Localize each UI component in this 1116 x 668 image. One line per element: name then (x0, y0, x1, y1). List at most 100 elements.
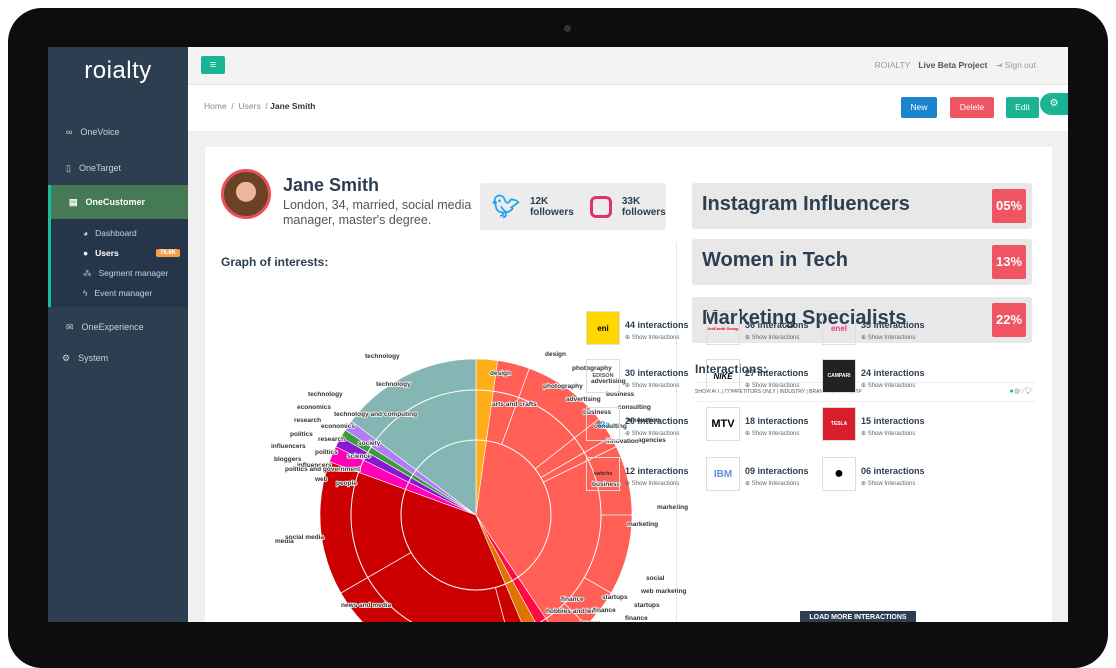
edit-button[interactable]: Edit (1006, 97, 1039, 118)
sunburst-label: politics (315, 449, 338, 456)
cogs-icon: ⚙ (1049, 98, 1059, 109)
show-interactions-link[interactable]: ⊕ Show Interactions (861, 382, 915, 389)
brand-logo: CAMPARI (822, 359, 856, 393)
interaction-item[interactable]: switcho 12 interactions ⊕ Show Interacti… (586, 457, 702, 493)
show-interactions-link[interactable]: ⊕ Show Interactions (625, 334, 679, 341)
sunburst-label: startups (602, 594, 628, 601)
delete-button[interactable]: Delete (950, 97, 994, 118)
brand-logo: IBM (706, 457, 740, 491)
interaction-count: 06 interactions (861, 466, 925, 476)
brand-logo: eni (586, 311, 620, 345)
brand-logo: EDISON (586, 359, 620, 393)
sunburst-label: design (490, 370, 511, 377)
settings-fab[interactable]: ⚙ (1040, 93, 1068, 115)
segment-row[interactable]: Instagram Influencers 05% (692, 183, 1032, 229)
interaction-item[interactable]: NIKE 27 interactions ⊕ Show Interactions (706, 359, 822, 395)
signout-link[interactable]: ⇥ Sign out (995, 60, 1036, 71)
brand-logo: TESLA (822, 407, 856, 441)
new-button[interactable]: New (901, 97, 937, 118)
sunburst-label: society (358, 440, 381, 447)
sunburst-label: influencers (271, 443, 306, 450)
apple-icon: ● (834, 465, 844, 482)
sunburst-label: technology (376, 381, 411, 388)
interaction-item[interactable]: CAMPARI 24 interactions ⊕ Show Interacti… (822, 359, 938, 395)
interaction-count: 36 interactions (745, 320, 809, 330)
interaction-item[interactable]: a2a 20 interactions ⊕ Show Interactions (586, 407, 702, 443)
segment-pct-badge: 22% (992, 303, 1026, 337)
show-interactions-link[interactable]: ⊕ Show Interactions (625, 480, 679, 487)
source-toggle-icons[interactable]: ●◍○🐦︎ (1010, 383, 1033, 401)
interaction-count: 30 interactions (625, 368, 689, 378)
sunburst-label: finance (561, 596, 584, 603)
interaction-count: 27 interactions (745, 368, 809, 378)
sunburst-label: finance (625, 615, 648, 622)
camera (564, 25, 571, 32)
sunburst-label: politics and government (285, 466, 361, 473)
zoom-icon: ⊕ (745, 383, 752, 389)
sunburst-label: people (336, 480, 357, 487)
zoom-icon: ⊕ (861, 383, 868, 389)
interaction-item[interactable]: MTV 18 interactions ⊕ Show Interactions (706, 407, 822, 443)
interaction-count: 20 interactions (625, 416, 689, 426)
segment-pct-badge: 13% (992, 245, 1026, 279)
brand-logo: a2a (586, 407, 620, 441)
sunburst-label: news and media (341, 602, 392, 609)
interaction-item[interactable]: TESLA 15 interactions ⊕ Show Interaction… (822, 407, 938, 443)
zoom-icon: ⊕ (625, 383, 632, 389)
brand-logo: UniCredit Group (706, 311, 740, 345)
show-interactions-link[interactable]: ⊕ Show Interactions (745, 382, 799, 389)
interaction-item[interactable]: UniCredit Group 36 interactions ⊕ Show I… (706, 311, 822, 347)
interaction-item[interactable]: eni 44 interactions ⊕ Show Interactions (586, 311, 702, 347)
sunburst-label: economics (297, 404, 331, 411)
interaction-count: 24 interactions (861, 368, 925, 378)
sunburst-label: arts and crafts (492, 401, 537, 408)
interaction-item[interactable]: EDISON 30 interactions ⊕ Show Interactio… (586, 359, 702, 395)
sunburst-label: web marketing (640, 588, 687, 595)
brand-logo: ● (822, 457, 856, 491)
sunburst-label: economics (321, 423, 355, 430)
show-interactions-link[interactable]: ⊕ Show Interactions (745, 480, 799, 487)
show-interactions-link[interactable]: ⊕ Show Interactions (861, 334, 915, 341)
zoom-icon: ⊕ (625, 335, 632, 341)
zoom-icon: ⊕ (861, 431, 868, 437)
show-interactions-link[interactable]: ⊕ Show Interactions (861, 430, 915, 437)
project-name[interactable]: Live Beta Project (918, 60, 987, 71)
sunburst-label: advertising (566, 396, 601, 403)
load-more-button[interactable]: LOAD MORE INTERACTIONS (800, 611, 916, 622)
show-interactions-link[interactable]: ⊕ Show Interactions (745, 430, 799, 437)
interaction-count: 09 interactions (745, 466, 809, 476)
sunburst-label: social media (285, 534, 324, 541)
interaction-count: 15 interactions (861, 416, 925, 426)
segment-row[interactable]: Women in Tech 13% (692, 239, 1032, 285)
sunburst-label: science (347, 453, 371, 460)
brand-logo: NIKE (706, 359, 740, 393)
brand-logo: MTV (706, 407, 740, 441)
interaction-count: 12 interactions (625, 466, 689, 476)
zoom-icon: ⊕ (625, 481, 632, 487)
interaction-item[interactable]: enel 35 interactions ⊕ Show Interactions (822, 311, 938, 347)
show-interactions-link[interactable]: ⊕ Show Interactions (745, 334, 799, 341)
sunburst-label: design (545, 351, 566, 358)
sunburst-label: web (314, 476, 328, 483)
interaction-count: 44 interactions (625, 320, 689, 330)
interaction-item[interactable]: IBM 09 interactions ⊕ Show Interactions (706, 457, 822, 493)
zoom-icon: ⊕ (625, 431, 632, 437)
brand-label: ROIALTY (874, 60, 911, 70)
show-interactions-link[interactable]: ⊕ Show Interactions (861, 480, 915, 487)
show-interactions-link[interactable]: ⊕ Show Interactions (625, 430, 679, 437)
sunburst-label: finance (593, 607, 616, 614)
segment-pct-badge: 05% (992, 189, 1026, 223)
sunburst-label: technology (365, 353, 400, 360)
show-interactions-link[interactable]: ⊕ Show Interactions (625, 382, 679, 389)
zoom-icon: ⊕ (745, 335, 752, 341)
brand-logo: switcho (586, 457, 620, 491)
sunburst-label: marketing (627, 521, 658, 528)
zoom-icon: ⊕ (861, 481, 868, 487)
interaction-item[interactable]: ● 06 interactions ⊕ Show Interactions (822, 457, 938, 493)
sunburst-label: humor (580, 620, 601, 622)
brand-logo: enel (822, 311, 856, 345)
sunburst-label: social (646, 575, 665, 582)
signout-icon: ⇥ (995, 60, 1005, 70)
zoom-icon: ⊕ (861, 335, 868, 341)
sunburst-label: technology and computing (334, 411, 417, 418)
